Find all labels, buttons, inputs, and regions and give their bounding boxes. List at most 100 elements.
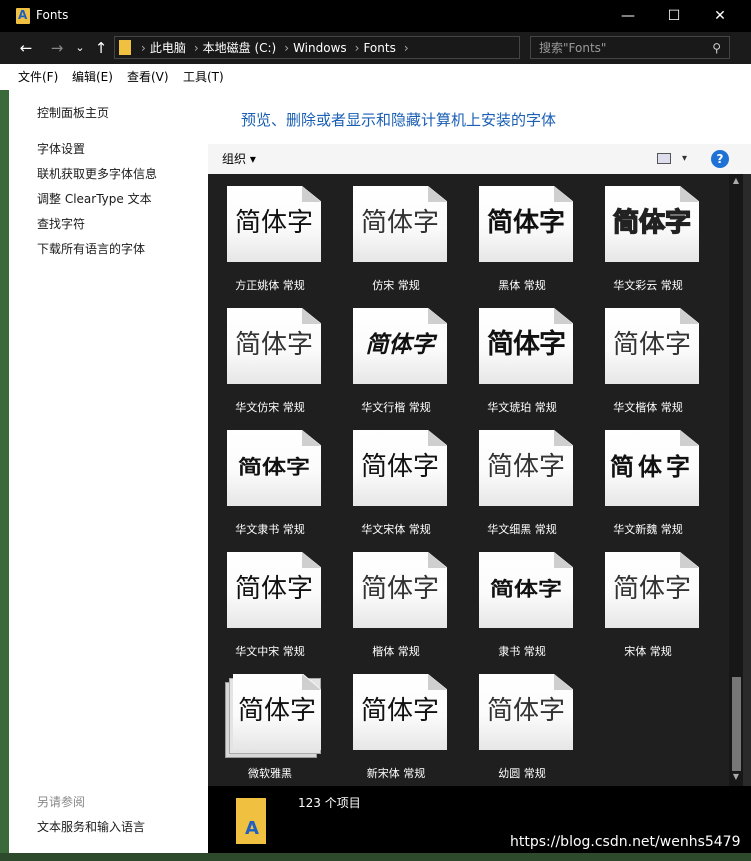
breadcrumb-separator: › xyxy=(141,41,146,55)
font-tile[interactable]: 简体字 华文彩云 常规 xyxy=(586,174,710,296)
sidebar-item-font-settings[interactable]: 字体设置 xyxy=(37,140,85,157)
scrollbar-thumb[interactable] xyxy=(732,677,741,771)
breadcrumb-item[interactable]: 此电脑 xyxy=(150,41,186,55)
font-grid: 简体字 方正姚体 常规 简体字 仿宋 常规 简体字 黑体 常规 简体字 华文彩云… xyxy=(208,174,729,786)
font-tile[interactable]: 简体字 华文新魏 常规 xyxy=(586,418,710,540)
sidebar-item-get-more-fonts[interactable]: 联机获取更多字体信息 xyxy=(37,165,157,182)
font-tile[interactable]: 简体字 仿宋 常规 xyxy=(334,174,458,296)
search-icon[interactable]: ⚲ xyxy=(712,37,721,59)
window-edge xyxy=(743,174,751,786)
font-label: 仿宋 常规 xyxy=(372,279,420,292)
font-sample: 简体字 xyxy=(234,208,313,238)
menu-file[interactable]: 文件(F) xyxy=(18,64,58,90)
font-sample: 简体字 xyxy=(612,207,691,238)
fonts-folder-icon xyxy=(119,40,131,55)
font-label: 华文宋体 常规 xyxy=(361,523,431,536)
sidebar-item-download-fonts[interactable]: 下载所有语言的字体 xyxy=(37,240,145,257)
watermark: https://blog.csdn.net/wenhs5479 xyxy=(510,834,741,850)
font-tile[interactable]: 简体字 华文隶书 常规 xyxy=(208,418,332,540)
content-header: 预览、删除或者显示和隐藏计算机上安装的字体 xyxy=(208,90,751,144)
back-button[interactable]: ← xyxy=(14,32,38,64)
font-tile[interactable]: 简体字 华文仿宋 常规 xyxy=(208,296,332,418)
view-options-icon[interactable] xyxy=(657,153,671,164)
font-tile[interactable]: 简体字 新宋体 常规 xyxy=(334,662,458,784)
menu-edit[interactable]: 编辑(E) xyxy=(72,64,113,90)
font-sample: 简体字 xyxy=(234,574,313,604)
breadcrumb-item[interactable]: Windows xyxy=(293,41,347,55)
title-bar: Fonts — ☐ ✕ xyxy=(0,0,751,32)
font-tile[interactable]: 简体字 黑体 常规 xyxy=(460,174,584,296)
scroll-up-icon[interactable]: ▲ xyxy=(729,176,743,185)
font-sample: 简体字 xyxy=(486,208,565,238)
font-sample: 简体字 xyxy=(490,577,562,601)
organize-button[interactable]: 组织 ▾ xyxy=(222,144,256,174)
page-title: 预览、删除或者显示和隐藏计算机上安装的字体 xyxy=(241,111,557,129)
font-label: 华文中宋 常规 xyxy=(235,645,305,658)
menu-bar: 文件(F) 编辑(E) 查看(V) 工具(T) xyxy=(0,64,751,91)
font-sample: 简体字 xyxy=(486,696,565,726)
font-label: 华文仿宋 常规 xyxy=(235,401,305,414)
minimize-button[interactable]: — xyxy=(605,0,651,32)
font-sample: 简体字 xyxy=(612,574,691,604)
breadcrumb-separator[interactable]: › xyxy=(355,41,360,55)
font-tile[interactable]: 简体字 微软雅黑 xyxy=(208,662,332,784)
font-tile[interactable]: 简体字 华文宋体 常规 xyxy=(334,418,458,540)
breadcrumb: › 此电脑 › 本地磁盘 (C:) › Windows › Fonts › xyxy=(137,37,413,59)
recent-locations-button[interactable]: ⌄ xyxy=(72,32,88,64)
font-tile[interactable]: 简体字 华文行楷 常规 xyxy=(334,296,458,418)
sidebar-item-find-character[interactable]: 查找字符 xyxy=(37,215,85,232)
font-sample: 简体字 xyxy=(487,329,566,360)
forward-button[interactable]: → xyxy=(46,32,68,64)
font-sample: 简体字 xyxy=(237,696,316,726)
font-label: 宋体 常规 xyxy=(624,645,672,658)
breadcrumb-separator[interactable]: › xyxy=(284,41,289,55)
font-tile[interactable]: 简体字 隶书 常规 xyxy=(460,540,584,662)
see-also-heading: 另请参阅 xyxy=(37,795,86,809)
menu-view[interactable]: 查看(V) xyxy=(127,64,169,90)
font-label: 华文琥珀 常规 xyxy=(487,401,557,414)
font-label: 华文楷体 常规 xyxy=(613,401,683,414)
breadcrumb-item[interactable]: 本地磁盘 (C:) xyxy=(203,41,277,55)
command-bar: 组织 ▾ ▾ ? xyxy=(208,144,751,174)
font-sample: 简体字 xyxy=(234,330,313,360)
sidebar-item-cleartype[interactable]: 调整 ClearType 文本 xyxy=(37,190,152,207)
search-input[interactable]: 搜索"Fonts" ⚲ xyxy=(530,36,730,59)
font-tile[interactable]: 简体字 宋体 常规 xyxy=(586,540,710,662)
menu-tools[interactable]: 工具(T) xyxy=(183,64,224,90)
font-sample: 简体字 xyxy=(360,574,439,604)
breadcrumb-separator[interactable]: › xyxy=(194,41,199,55)
font-label: 幼圆 常规 xyxy=(498,767,546,780)
sidebar: 控制面板主页 字体设置 联机获取更多字体信息 调整 ClearType 文本 查… xyxy=(0,90,208,853)
font-label: 华文彩云 常规 xyxy=(613,279,683,292)
font-sample: 简体字 xyxy=(612,330,691,360)
scroll-down-icon[interactable]: ▼ xyxy=(729,772,743,781)
chevron-down-icon[interactable]: ▾ xyxy=(682,144,687,174)
font-sample: 简体字 xyxy=(360,452,439,482)
sidebar-item-control-panel-home[interactable]: 控制面板主页 xyxy=(37,104,109,121)
font-tile[interactable]: 简体字 楷体 常规 xyxy=(334,540,458,662)
font-tile[interactable]: 简体字 方正姚体 常规 xyxy=(208,174,332,296)
close-button[interactable]: ✕ xyxy=(697,0,743,32)
font-tile[interactable]: 简体字 华文琥珀 常规 xyxy=(460,296,584,418)
font-label: 隶书 常规 xyxy=(498,645,546,658)
vertical-scrollbar[interactable]: ▲ ▼ xyxy=(729,174,743,786)
desktop-edge xyxy=(0,90,9,853)
search-placeholder: 搜索"Fonts" xyxy=(539,41,607,55)
font-tile[interactable]: 简体字 幼圆 常规 xyxy=(460,662,584,784)
font-label: 华文隶书 常规 xyxy=(235,523,305,536)
maximize-button[interactable]: ☐ xyxy=(651,0,697,32)
font-tile[interactable]: 简体字 华文中宋 常规 xyxy=(208,540,332,662)
fonts-folder-icon xyxy=(16,8,30,24)
font-sample: 简体字 xyxy=(610,452,694,481)
breadcrumb-item[interactable]: Fonts xyxy=(363,41,395,55)
help-icon[interactable]: ? xyxy=(711,150,729,168)
font-label: 新宋体 常规 xyxy=(366,767,426,780)
window-title: Fonts xyxy=(36,8,69,22)
sidebar-item-text-services[interactable]: 文本服务和输入语言 xyxy=(37,818,145,835)
breadcrumb-separator[interactable]: › xyxy=(404,41,409,55)
desktop-strip xyxy=(0,853,751,861)
font-tile[interactable]: 简体字 华文楷体 常规 xyxy=(586,296,710,418)
address-bar[interactable]: ›此电脑›本地磁盘 (C:)›Windows›Fonts› ⌄ ↻ xyxy=(114,36,629,59)
font-tile[interactable]: 简体字 华文细黑 常规 xyxy=(460,418,584,540)
up-button[interactable]: ↑ xyxy=(91,32,111,64)
